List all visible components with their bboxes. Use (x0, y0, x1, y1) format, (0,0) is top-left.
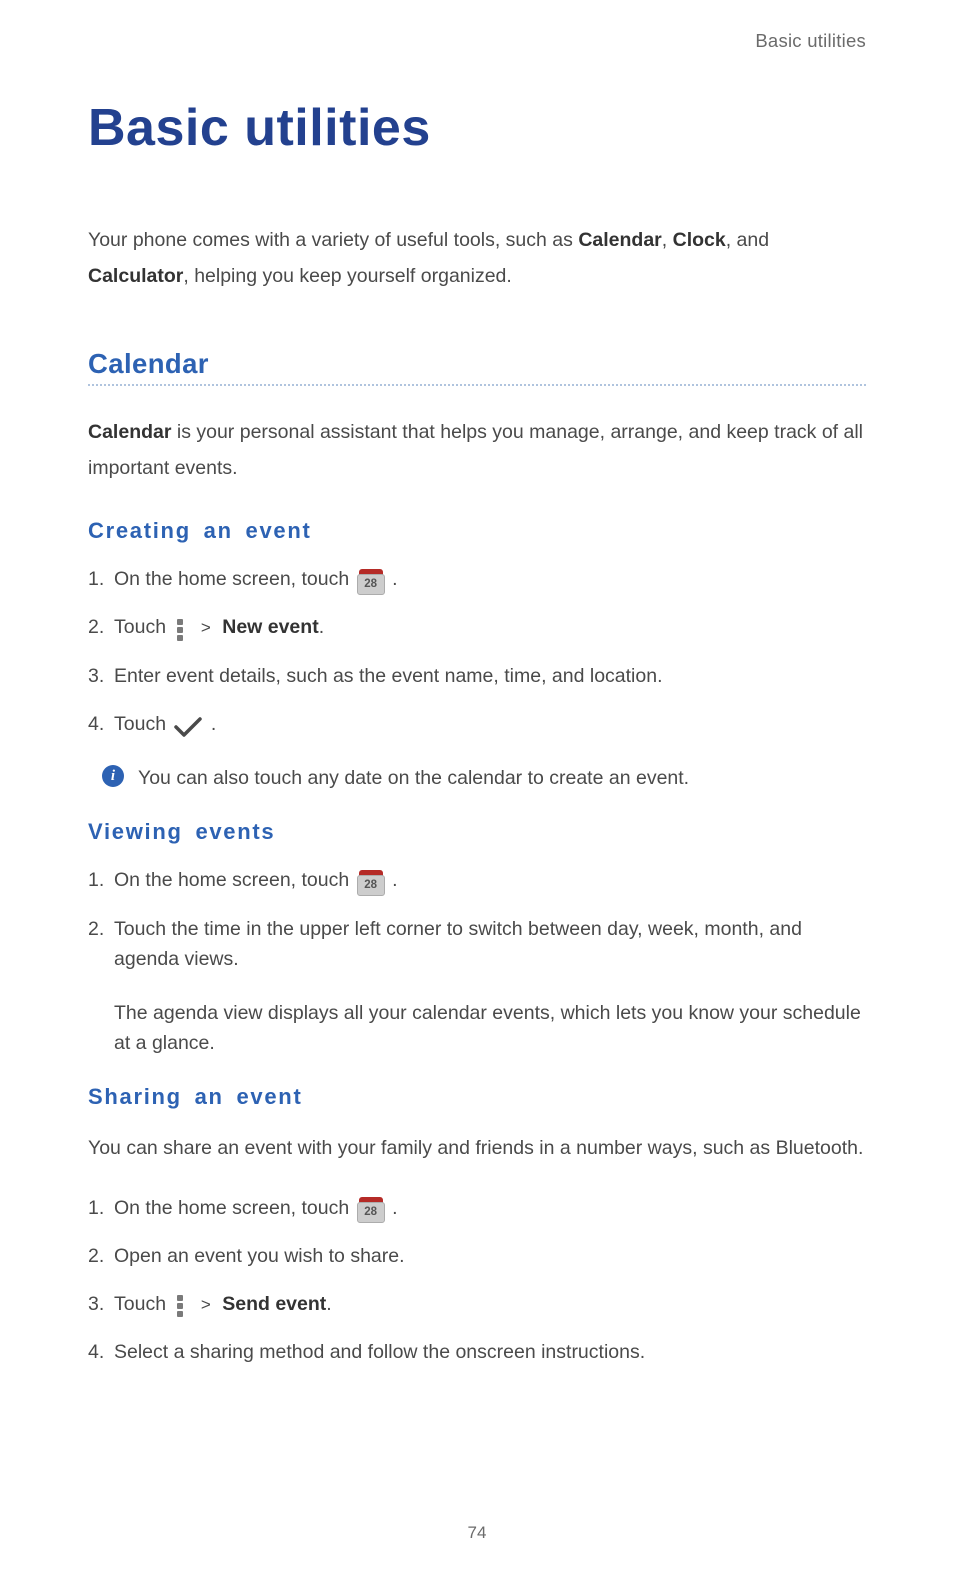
list-item: 4. Select a sharing method and follow th… (88, 1337, 866, 1367)
chevron-right-text: > (201, 1295, 211, 1314)
overflow-menu-icon (177, 1295, 183, 1317)
calendar-intro: Calendar is your personal assistant that… (88, 414, 866, 486)
bold-calendar: Calendar (88, 421, 171, 443)
text: Open an event you wish to share. (114, 1245, 405, 1267)
viewing-steps: 1. On the home screen, touch 28 . 2. Tou… (88, 865, 866, 974)
text: Touch (114, 1293, 171, 1315)
calendar-day-label: 28 (364, 1207, 377, 1219)
checkmark-icon (173, 716, 203, 738)
bold-send-event: Send event (222, 1293, 326, 1315)
calendar-day-label: 28 (364, 880, 377, 892)
list-item: 2. Open an event you wish to share. (88, 1241, 866, 1271)
step-number: 3. (88, 1289, 104, 1319)
running-header: Basic utilities (88, 30, 866, 52)
calendar-app-icon: 28 (357, 569, 385, 595)
step-number: 1. (88, 865, 104, 895)
list-item: 3. Touch > Send event. (88, 1289, 866, 1319)
text: . (392, 568, 397, 590)
text: Enter event details, such as the event n… (114, 665, 663, 687)
bold-calendar: Calendar (578, 229, 661, 251)
list-item: 4. Touch . (88, 709, 866, 739)
chevron-right-text: > (201, 618, 211, 637)
list-item: 2. Touch the time in the upper left corn… (88, 914, 866, 974)
step-number: 2. (88, 612, 104, 642)
subheading-sharing-event: Sharing an event (88, 1084, 866, 1110)
list-item: 1. On the home screen, touch 28 . (88, 564, 866, 594)
text: . (326, 1293, 331, 1315)
text: On the home screen, touch (114, 869, 355, 891)
list-item: 3. Enter event details, such as the even… (88, 661, 866, 691)
page-title: Basic utilities (88, 98, 866, 158)
step-number: 1. (88, 564, 104, 594)
info-icon: i (102, 765, 124, 787)
subheading-viewing-events: Viewing events (88, 819, 866, 845)
calendar-day-label: 28 (364, 579, 377, 591)
list-item: 2. Touch > New event. (88, 612, 866, 642)
agenda-note: The agenda view displays all your calend… (114, 998, 866, 1058)
text: , helping you keep yourself organized. (183, 265, 511, 287)
text: Select a sharing method and follow the o… (114, 1341, 645, 1363)
creating-steps: 1. On the home screen, touch 28 . 2. Tou… (88, 564, 866, 739)
step-number: 2. (88, 914, 104, 944)
note-text: You can also touch any date on the calen… (138, 763, 689, 793)
sharing-steps: 1. On the home screen, touch 28 . 2. Ope… (88, 1193, 866, 1368)
section-divider (88, 384, 866, 386)
text: On the home screen, touch (114, 1197, 355, 1219)
subheading-creating-event: Creating an event (88, 518, 866, 544)
bold-new-event: New event (222, 616, 318, 638)
page-number: 74 (0, 1523, 954, 1543)
calendar-app-icon: 28 (357, 870, 385, 896)
step-number: 3. (88, 661, 104, 691)
text: . (211, 713, 216, 735)
sharing-intro: You can share an event with your family … (88, 1130, 866, 1166)
text: , and (726, 229, 769, 251)
text: , (662, 229, 673, 251)
step-number: 1. (88, 1193, 104, 1223)
text: . (392, 869, 397, 891)
intro-paragraph: Your phone comes with a variety of usefu… (88, 222, 866, 294)
document-page: Basic utilities Basic utilities Your pho… (0, 0, 954, 1577)
text: Touch the time in the upper left corner … (114, 918, 802, 970)
info-note: i You can also touch any date on the cal… (102, 763, 866, 793)
text: Touch (114, 616, 171, 638)
text: . (319, 616, 324, 638)
calendar-app-icon: 28 (357, 1197, 385, 1223)
text: Your phone comes with a variety of usefu… (88, 229, 578, 251)
list-item: 1. On the home screen, touch 28 . (88, 1193, 866, 1223)
overflow-menu-icon (177, 619, 183, 641)
section-title-calendar: Calendar (88, 348, 866, 380)
bold-calculator: Calculator (88, 265, 183, 287)
text: . (392, 1197, 397, 1219)
bold-clock: Clock (673, 229, 726, 251)
step-number: 4. (88, 709, 104, 739)
step-number: 4. (88, 1337, 104, 1367)
text: On the home screen, touch (114, 568, 355, 590)
text: Touch (114, 713, 171, 735)
list-item: 1. On the home screen, touch 28 . (88, 865, 866, 895)
step-number: 2. (88, 1241, 104, 1271)
text: is your personal assistant that helps yo… (88, 421, 863, 479)
